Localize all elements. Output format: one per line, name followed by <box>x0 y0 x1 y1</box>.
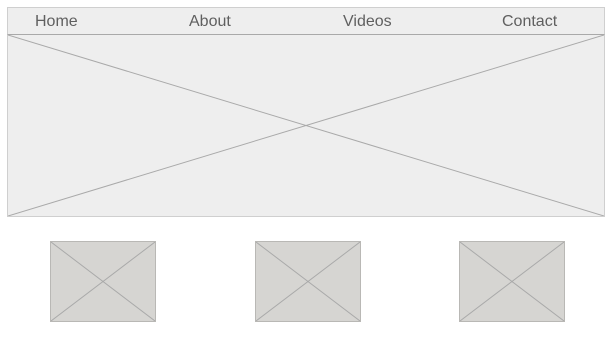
nav-item-contact[interactable]: Contact <box>502 12 557 32</box>
thumbnail-placeholder-1[interactable] <box>50 241 156 322</box>
image-placeholder-icon <box>256 242 360 321</box>
navigation-bar: Home About Videos Contact <box>7 7 605 35</box>
image-placeholder-icon <box>8 35 604 216</box>
image-placeholder-icon <box>460 242 564 321</box>
image-placeholder-icon <box>51 242 155 321</box>
thumbnail-placeholder-3[interactable] <box>459 241 565 322</box>
thumbnail-placeholder-2[interactable] <box>255 241 361 322</box>
nav-item-about[interactable]: About <box>189 12 231 32</box>
nav-item-home[interactable]: Home <box>35 12 78 32</box>
page: Home About Videos Contact <box>0 0 606 344</box>
nav-item-videos[interactable]: Videos <box>343 12 392 32</box>
hero-image-placeholder <box>7 35 605 217</box>
